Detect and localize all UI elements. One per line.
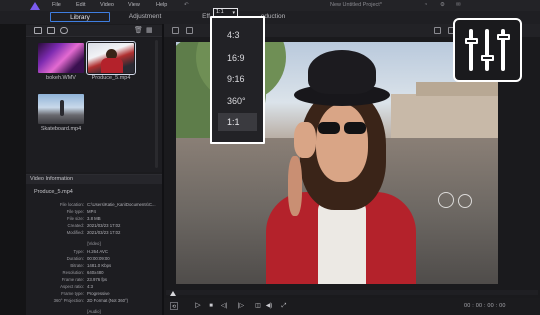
info-row: File size: 3.8 MB	[67, 216, 101, 221]
video-info-panel: Video Information Produce_5.mp4 File loc…	[26, 174, 162, 315]
info-row: Type: H.264 AVC	[73, 249, 108, 254]
aspect-option-9-16[interactable]: 9:16	[218, 70, 257, 88]
playback-controls: ⟲ ▷ ■ ◁| |▷ ◫ ◀) ⤢ 00 : 00 : 00 : 00	[164, 298, 540, 315]
slider-track	[469, 29, 473, 71]
bokeh-light	[438, 192, 454, 208]
menu-view[interactable]: View	[128, 2, 140, 8]
menu-video[interactable]: Video	[100, 2, 114, 8]
thumbnail-produce[interactable]	[86, 41, 136, 75]
slider-knob	[497, 34, 510, 40]
person-arm	[288, 156, 302, 216]
crop-icon[interactable]	[186, 27, 193, 34]
video-info-header: Video Information	[26, 175, 162, 184]
import-folder-icon[interactable]	[47, 27, 55, 34]
aspect-option-1-1[interactable]: 1:1	[218, 113, 257, 131]
aspect-ratio-menu: 4:3 16:9 9:16 360° 1:1	[210, 16, 265, 144]
tab-adjustment[interactable]: Adjustment	[120, 12, 170, 22]
info-row: File location: C:\Users\Katie_Kan\Documen…	[59, 202, 156, 207]
info-row: Duration: 00:00:09:00	[66, 256, 110, 261]
app-logo-icon	[30, 2, 40, 10]
fullscreen-icon[interactable]: ⤢	[280, 302, 288, 310]
menu-edit[interactable]: Edit	[76, 2, 85, 8]
aspect-option-16-9[interactable]: 16:9	[218, 49, 257, 67]
info-row: Bitrate: 1481.0 Kbps	[70, 263, 112, 268]
prev-frame-icon[interactable]: ◁|	[220, 302, 228, 310]
cloud-icon[interactable]	[60, 27, 68, 34]
play-icon[interactable]: ▷	[194, 302, 202, 310]
menu-help[interactable]: Help	[156, 2, 167, 8]
person-glasses	[344, 122, 366, 134]
undo-icon[interactable]: ↶	[184, 2, 189, 8]
thumbnail-skateboard[interactable]	[38, 94, 84, 124]
playback-timeline[interactable]	[166, 290, 538, 295]
person-hat	[308, 50, 376, 94]
menu-bar: File Edit Video View Help ↶ New Untitled…	[0, 0, 540, 11]
notification-icon[interactable]: ✉	[456, 2, 461, 8]
aspect-option-4-3[interactable]: 4:3	[218, 26, 257, 44]
thumbnail-label: Skateboard.mp4	[40, 126, 82, 132]
thumbnail-bokeh[interactable]	[38, 43, 84, 73]
background-building-roof	[416, 82, 498, 96]
person-hand	[294, 122, 316, 158]
library-toolbar: 🗑 ▦	[26, 25, 162, 37]
left-edge-strip	[0, 24, 26, 315]
delete-icon[interactable]: 🗑	[134, 27, 143, 34]
loop-icon[interactable]: ⟲	[170, 302, 178, 310]
info-row: Created: 2021/03/23 17:02	[67, 223, 121, 228]
person-shirt	[318, 200, 366, 284]
sliders-icon[interactable]	[453, 18, 522, 82]
info-row: File type: MP4	[66, 209, 96, 214]
project-title: New Untitled Project*	[330, 2, 382, 8]
settings-icon[interactable]: ⚙	[440, 2, 445, 8]
video-info-filename: Produce_5.mp4	[34, 189, 73, 195]
fit-icon[interactable]	[172, 27, 179, 34]
import-file-icon[interactable]	[34, 27, 42, 34]
info-row: Modified: 2021/03/23 17:02	[66, 230, 121, 235]
tab-library[interactable]: Library	[50, 12, 110, 22]
background-building	[391, 94, 498, 142]
playhead-icon[interactable]	[170, 291, 176, 296]
info-row: Frame type: Progressive	[61, 291, 110, 296]
person-face	[316, 104, 368, 182]
stop-icon[interactable]: ■	[207, 302, 215, 310]
timecode: 00 : 00 : 00 : 00	[464, 303, 506, 309]
thumbnail-label: Produce_5.mp4	[91, 75, 131, 81]
audio-group-label: [Audio]	[87, 309, 101, 314]
info-row: Aspect ratio: 4:3	[60, 284, 93, 289]
next-frame-icon[interactable]: |▷	[237, 302, 245, 310]
zoom-icon[interactable]	[434, 27, 441, 34]
aspect-option-360[interactable]: 360°	[218, 92, 257, 110]
slider-knob	[465, 38, 478, 44]
slider-knob	[481, 55, 494, 61]
info-row: Resolution: 640x480	[62, 270, 104, 275]
video-group-label: [Video]	[87, 241, 101, 246]
info-row: Frame rate: 23.976 fps	[61, 277, 108, 282]
media-library: bokeh.WMV Produce_5.mp4 Skateboard.mp4	[26, 38, 162, 172]
slider-track	[485, 29, 489, 71]
library-scrollbar[interactable]	[155, 40, 158, 168]
person-glasses	[318, 122, 340, 134]
info-row: 360° Projection: 2D Format (Not 360°)	[53, 298, 129, 303]
snapshot-icon[interactable]: ◫	[254, 302, 262, 310]
volume-icon[interactable]: ◀)	[265, 302, 273, 310]
aspect-ratio-current: 1:1	[216, 9, 224, 15]
view-grid-icon[interactable]: ▦	[146, 27, 154, 34]
menu-file[interactable]: File	[52, 2, 61, 8]
account-icon[interactable]: ◔	[424, 2, 427, 8]
bokeh-light	[458, 194, 472, 208]
